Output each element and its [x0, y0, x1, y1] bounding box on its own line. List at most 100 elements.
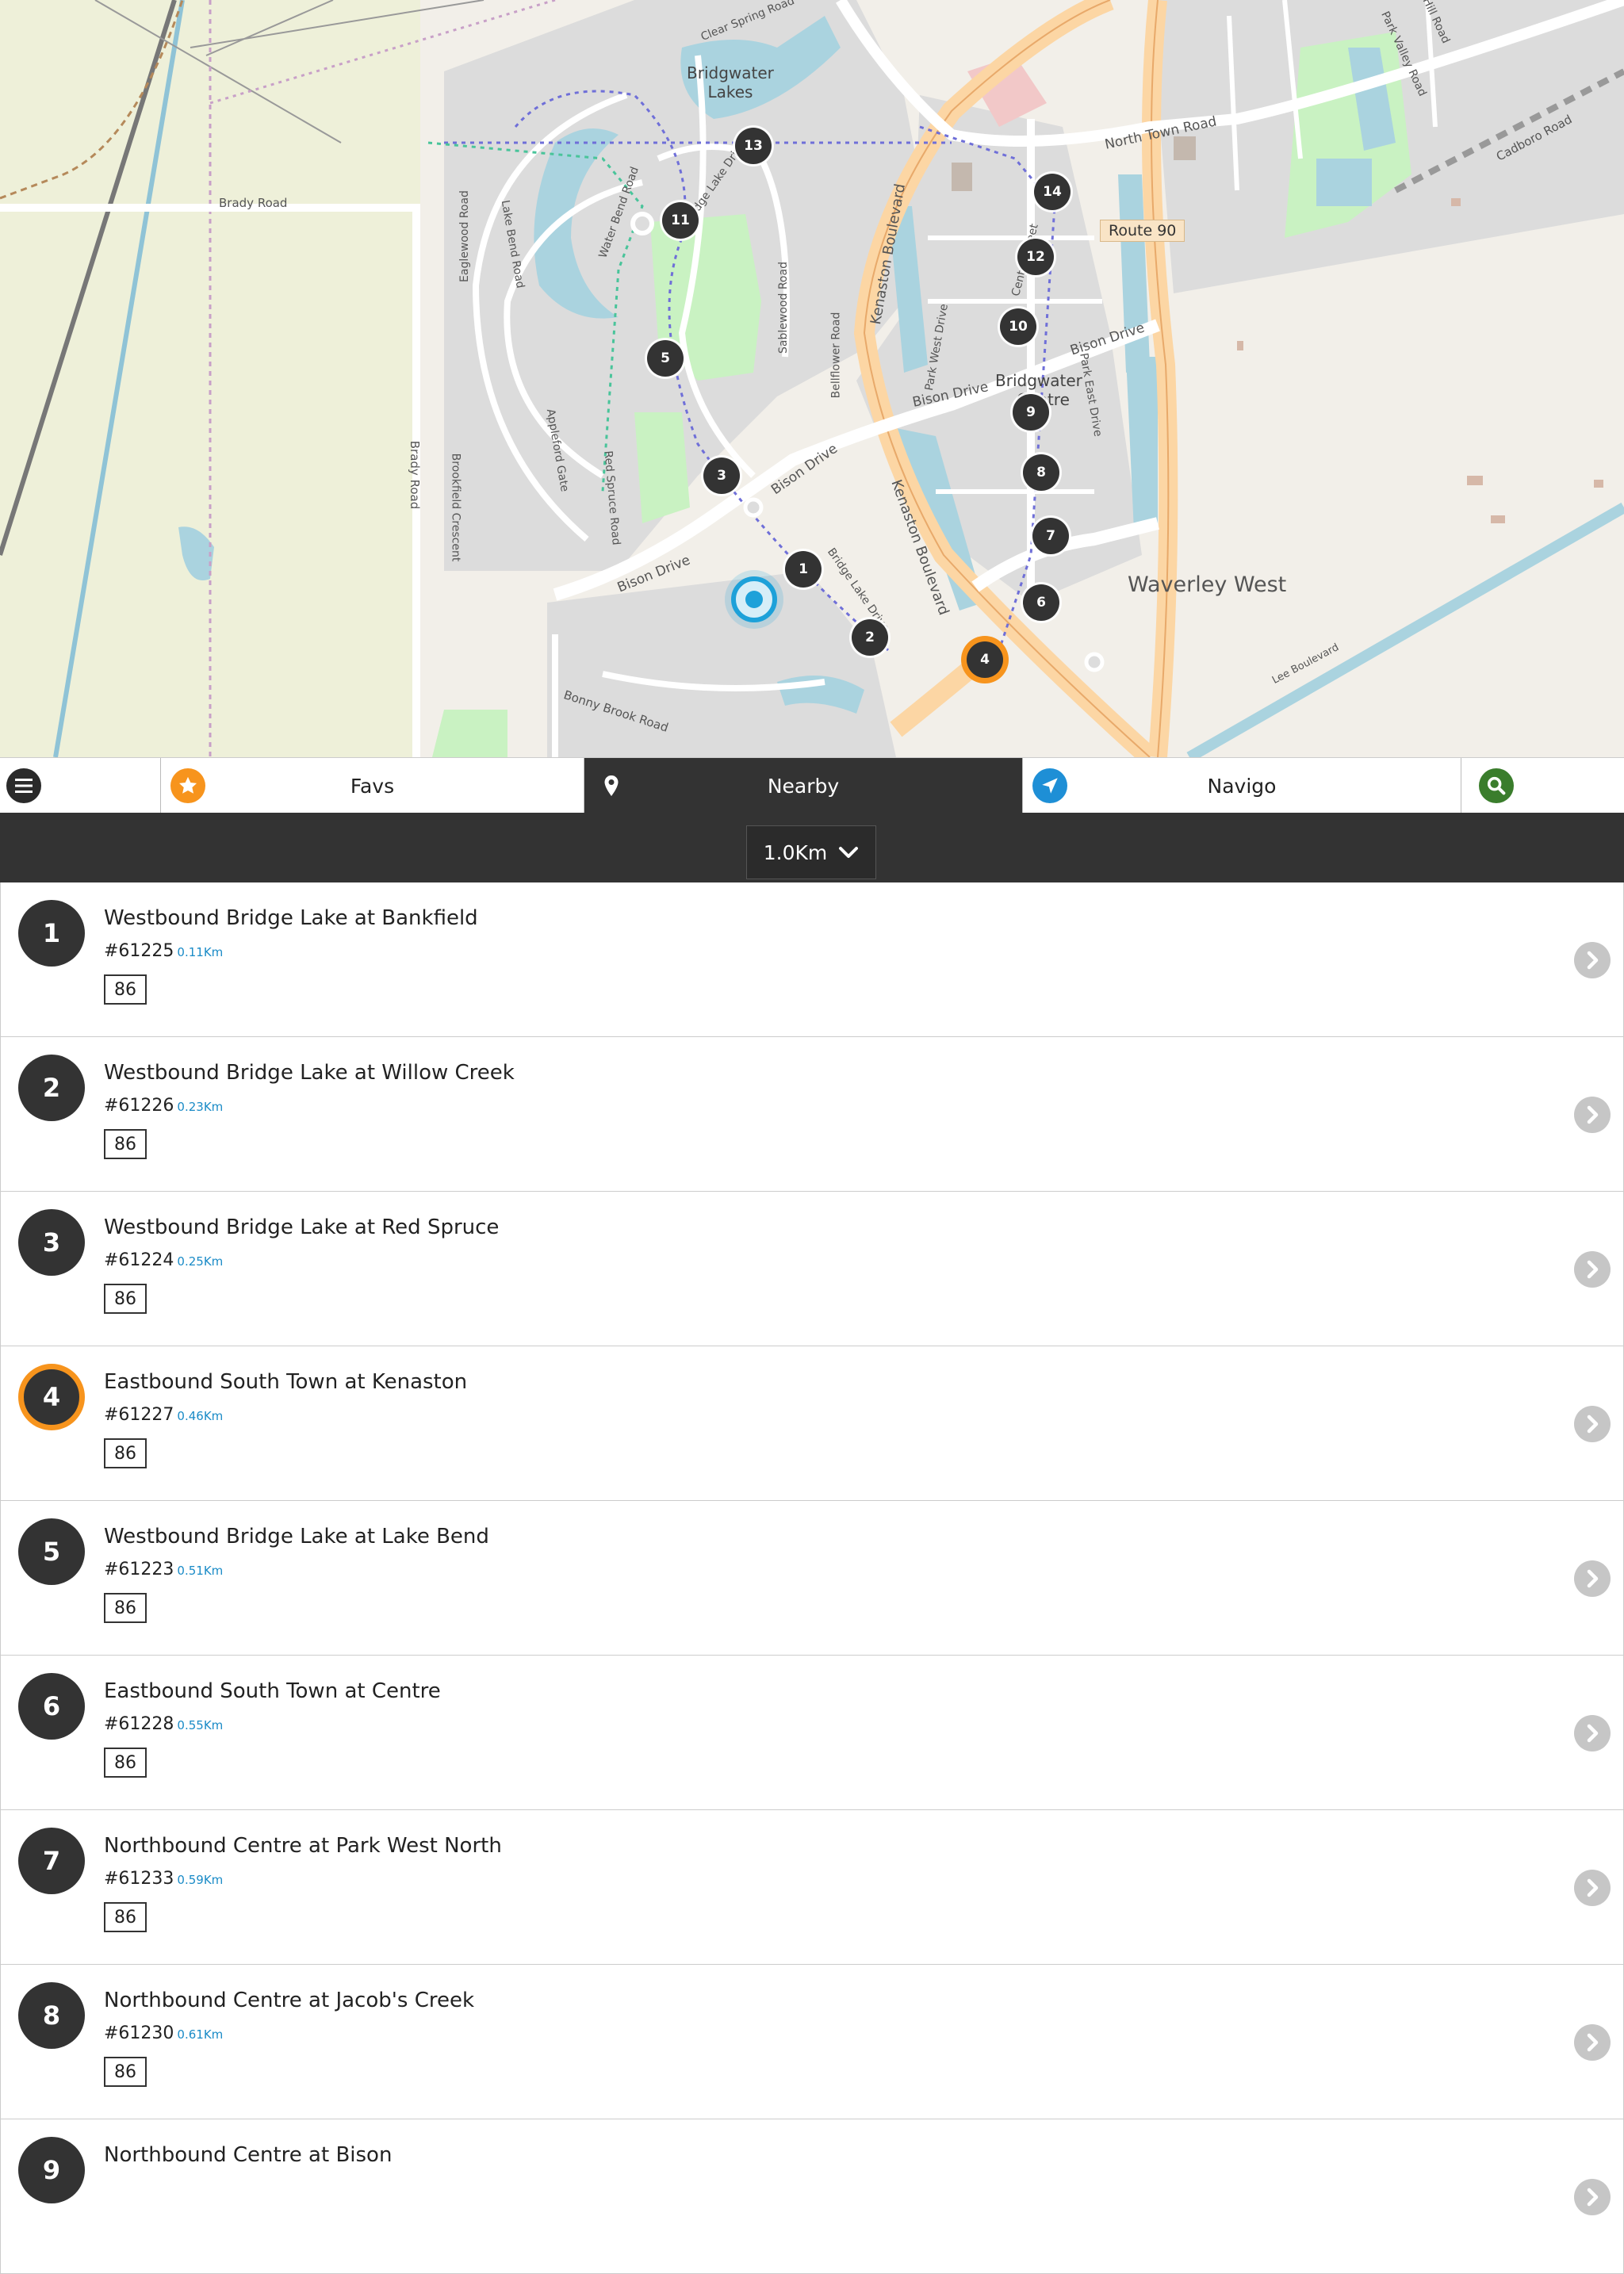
stop-name: Northbound Centre at Park West North [104, 1834, 502, 1858]
tab-favs[interactable]: Favs [161, 758, 584, 814]
route-badge[interactable]: 86 [104, 1284, 147, 1314]
chevron-right-icon[interactable] [1574, 1251, 1611, 1288]
stop-name: Westbound Bridge Lake at Lake Bend [104, 1525, 489, 1549]
chevron-right-icon[interactable] [1574, 1406, 1611, 1442]
map-base-layer [0, 0, 1624, 757]
stop-id: #61223 [104, 1560, 174, 1579]
tab-nearby[interactable]: Nearby [584, 758, 1023, 814]
distance-select[interactable]: 1.0Km [746, 825, 876, 879]
route-badge[interactable]: 86 [104, 1748, 147, 1778]
stop-distance: 0.55Km [177, 1718, 224, 1732]
stop-name: Westbound Bridge Lake at Red Spruce [104, 1215, 500, 1239]
map-label-bridgwater-lakes: Bridgwater Lakes [687, 63, 774, 101]
menu-button[interactable] [0, 758, 161, 814]
chevron-right-icon[interactable] [1574, 1870, 1611, 1906]
map-label-brookfield-crescent: Brookfield Crescent [449, 453, 462, 562]
map-stop-marker-9[interactable]: 9 [1013, 394, 1049, 431]
stop-row[interactable]: 3 Westbound Bridge Lake at Red Spruce #612… [0, 1192, 1624, 1346]
stop-meta: #61224 0.25Km [104, 1250, 223, 1270]
map-stop-marker-4[interactable]: 4 [967, 641, 1003, 678]
chevron-right-icon[interactable] [1574, 2179, 1611, 2215]
chevron-right-icon[interactable] [1574, 1097, 1611, 1133]
map-stop-marker-14[interactable]: 14 [1034, 174, 1071, 210]
stop-id: #61226 [104, 1096, 174, 1116]
stop-distance: 0.46Km [177, 1409, 224, 1423]
stop-row[interactable]: 5 Westbound Bridge Lake at Lake Bend #6122… [0, 1501, 1624, 1656]
stop-row[interactable]: 2 Westbound Bridge Lake at Willow Creek #6… [0, 1037, 1624, 1192]
route-badge[interactable]: 86 [104, 1593, 147, 1623]
map-view[interactable]: BridgwaterLakes Bridgwater Centre Waverl… [0, 0, 1624, 757]
route-badge[interactable]: 86 [104, 2057, 147, 2087]
nearby-stop-list: 1 Westbound Bridge Lake at Bankfield #6122… [0, 882, 1624, 2274]
map-stop-marker-2[interactable]: 2 [852, 619, 888, 656]
stop-id: #61225 [104, 941, 174, 961]
current-location-marker [725, 570, 783, 629]
tab-bar: Favs Nearby Navigo [0, 757, 1624, 814]
tab-nearby-label: Nearby [767, 774, 840, 798]
map-label-brady-road-top: Brady Road [219, 196, 288, 210]
stop-meta: #61228 0.55Km [104, 1714, 223, 1734]
stop-id: #61228 [104, 1714, 174, 1734]
stop-id: #61227 [104, 1405, 174, 1425]
route-badge[interactable]: 86 [104, 1902, 147, 1932]
stop-meta: #61227 0.46Km [104, 1405, 223, 1425]
stop-row[interactable]: 1 Westbound Bridge Lake at Bankfield #6122… [0, 882, 1624, 1037]
stop-name: Northbound Centre at Jacob's Creek [104, 1989, 475, 2012]
map-stop-marker-6[interactable]: 6 [1023, 584, 1059, 621]
chevron-down-icon [838, 841, 859, 864]
tab-navigo[interactable]: Navigo [1023, 758, 1461, 814]
route-badge[interactable]: 86 [104, 974, 147, 1005]
stop-row[interactable]: 9 Northbound Centre at Bison [0, 2119, 1624, 2274]
navigation-arrow-icon [1032, 768, 1067, 803]
distance-filter-bar: 1.0Km [0, 813, 1624, 882]
stop-row[interactable]: 4 Eastbound South Town at Kenaston #61227 0… [0, 1346, 1624, 1501]
map-stop-marker-3[interactable]: 3 [703, 457, 740, 494]
search-button[interactable] [1461, 758, 1624, 814]
stop-meta: #61223 0.51Km [104, 1560, 223, 1579]
tab-navigo-label: Navigo [1207, 774, 1277, 798]
stop-name: Westbound Bridge Lake at Bankfield [104, 906, 478, 930]
stop-distance: 0.11Km [177, 945, 224, 959]
map-stop-marker-11[interactable]: 11 [662, 202, 699, 239]
stop-row[interactable]: 7 Northbound Centre at Park West North #61… [0, 1810, 1624, 1965]
chevron-right-icon[interactable] [1574, 1560, 1611, 1597]
map-stop-marker-12[interactable]: 12 [1017, 239, 1054, 275]
map-stop-marker-7[interactable]: 7 [1032, 518, 1069, 554]
hamburger-menu-icon [6, 768, 41, 803]
stop-row[interactable]: 8 Northbound Centre at Jacob's Creek #6123… [0, 1965, 1624, 2119]
stop-name: Westbound Bridge Lake at Willow Creek [104, 1061, 515, 1085]
stop-number-badge: 2 [18, 1055, 85, 1121]
stop-meta: #61233 0.59Km [104, 1869, 223, 1889]
stop-distance: 0.61Km [177, 2027, 224, 2042]
map-stop-marker-10[interactable]: 10 [1000, 308, 1036, 345]
stop-meta: #61225 0.11Km [104, 941, 223, 961]
stop-row[interactable]: 6 Eastbound South Town at Centre #61228 0.5… [0, 1656, 1624, 1810]
chevron-right-icon[interactable] [1574, 2024, 1611, 2061]
chevron-right-icon[interactable] [1574, 942, 1611, 978]
stop-number-badge: 5 [18, 1518, 85, 1585]
map-stop-marker-1[interactable]: 1 [785, 551, 822, 588]
map-label-eaglewood-road: Eaglewood Road [458, 190, 471, 282]
map-stop-marker-8[interactable]: 8 [1023, 454, 1059, 491]
stop-id: #61224 [104, 1250, 174, 1270]
stop-id: #61233 [104, 1869, 174, 1889]
map-label-bellflower-road: Bellflower Road [829, 312, 843, 399]
map-stop-marker-5[interactable]: 5 [647, 340, 684, 377]
chevron-right-icon[interactable] [1574, 1715, 1611, 1751]
stop-distance: 0.25Km [177, 1254, 224, 1269]
stop-distance: 0.59Km [177, 1873, 224, 1887]
stop-name: Eastbound South Town at Kenaston [104, 1370, 468, 1394]
stop-number-badge: 1 [18, 900, 85, 967]
map-stop-marker-13[interactable]: 13 [735, 128, 772, 164]
route-badge[interactable]: 86 [104, 1438, 147, 1468]
route-badge[interactable]: 86 [104, 1129, 147, 1159]
stop-meta: #61226 0.23Km [104, 1096, 223, 1116]
stop-meta: #61230 0.61Km [104, 2023, 223, 2043]
search-icon [1479, 768, 1514, 803]
stop-name: Eastbound South Town at Centre [104, 1679, 441, 1703]
map-label-sablewood-road: Sablewood Road [776, 262, 790, 354]
map-label-waverley-west: Waverley West [1128, 572, 1287, 597]
star-icon [170, 768, 205, 803]
map-label-bridgwater-centre-line1: Bridgwater [995, 371, 1082, 390]
tab-favs-label: Favs [350, 774, 395, 798]
